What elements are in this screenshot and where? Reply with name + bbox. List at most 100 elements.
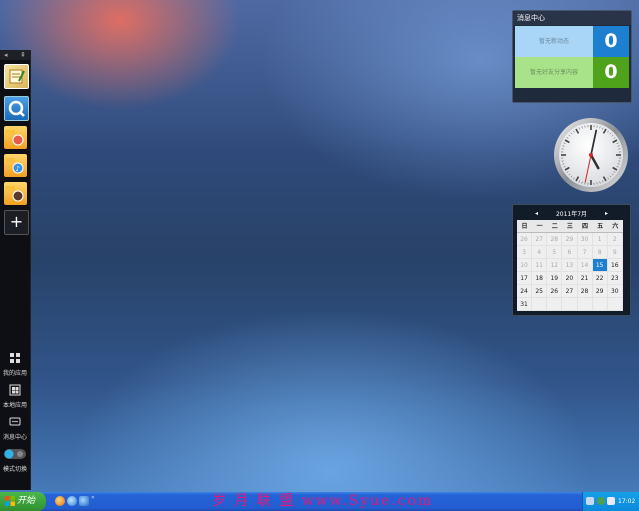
- prev-month-arrow-icon[interactable]: ◂: [535, 210, 538, 217]
- message-icon: [9, 417, 21, 426]
- start-button[interactable]: 开始: [0, 492, 46, 511]
- calendar-day[interactable]: 19: [547, 272, 563, 285]
- notes-app-tile[interactable]: [4, 64, 29, 89]
- news-feed-row[interactable]: 暂无新动态 0: [515, 26, 629, 57]
- calendar-day[interactable]: 21: [577, 272, 593, 285]
- calendar-day[interactable]: 26: [517, 233, 533, 246]
- calendar-day[interactable]: 28: [547, 233, 563, 246]
- folder-video-icon: [6, 186, 24, 202]
- start-label: 开始: [17, 496, 36, 506]
- message-center-label: 消息中心: [2, 434, 27, 441]
- pin-icon[interactable]: ⇞: [20, 51, 26, 59]
- calendar-day[interactable]: 3: [517, 246, 533, 259]
- weekday-label: 六: [607, 220, 623, 233]
- calendar-day[interactable]: 29: [562, 233, 578, 246]
- analog-clock-widget[interactable]: [553, 117, 629, 193]
- calendar-day[interactable]: 10: [517, 259, 533, 272]
- calendar-day[interactable]: 23: [607, 272, 623, 285]
- calendar-day[interactable]: 13: [562, 259, 578, 272]
- weekday-label: 四: [577, 220, 593, 233]
- message-center-button[interactable]: 消息中心: [0, 416, 30, 441]
- security-tray-icon[interactable]: [597, 497, 605, 505]
- ie-quicklaunch-icon[interactable]: [67, 496, 77, 506]
- add-app-button[interactable]: +: [4, 210, 29, 235]
- qq-tray-icon[interactable]: [607, 497, 615, 505]
- clock-center-pin: [589, 153, 593, 157]
- network-tray-icon[interactable]: [586, 497, 594, 505]
- news-feed-label: 暂无新动态: [515, 26, 593, 57]
- news-feed-count: 0: [593, 26, 629, 57]
- calendar-day[interactable]: 24: [517, 285, 533, 298]
- weekday-label: 二: [547, 220, 563, 233]
- browser-quicklaunch-icon[interactable]: [55, 496, 65, 506]
- folder-music-icon: ♪: [6, 158, 24, 174]
- calendar-week-row: 17 18 19 20 21 22 23: [517, 272, 623, 285]
- search-app-tile[interactable]: [4, 96, 29, 121]
- taskbar: 开始 » 岁 月 联 盟 www.Syue.com 17:02: [0, 492, 639, 511]
- calendar-day[interactable]: 30: [577, 233, 593, 246]
- local-apps-label: 本地应用: [2, 402, 27, 409]
- weekday-label: 日: [517, 220, 533, 233]
- calendar-empty-cell: [547, 298, 563, 311]
- grid-icon: [10, 353, 20, 363]
- calendar-day[interactable]: 1: [592, 233, 608, 246]
- calendar-day[interactable]: 26: [547, 285, 563, 298]
- folder-video-tile[interactable]: [4, 182, 27, 205]
- calendar-day[interactable]: 29: [592, 285, 608, 298]
- calendar-empty-cell: [532, 298, 548, 311]
- calendar-day[interactable]: 12: [547, 259, 563, 272]
- calendar-day[interactable]: 17: [517, 272, 533, 285]
- calendar-day[interactable]: 14: [577, 259, 593, 272]
- calendar-header: ◂ 2011年7月 ▸: [513, 205, 630, 221]
- collapse-arrow-icon[interactable]: ◂: [4, 51, 8, 59]
- calendar-day[interactable]: 6: [562, 246, 578, 259]
- mode-switch-label: 模式切换: [2, 466, 27, 473]
- calendar-day[interactable]: 27: [532, 233, 548, 246]
- my-apps-button[interactable]: 我的应用: [0, 352, 30, 377]
- calendar-day[interactable]: 18: [532, 272, 548, 285]
- message-center-widget: 消息中心 暂无新动态 0 暂无好友分享内容 0: [512, 10, 632, 103]
- calendar-day[interactable]: 8: [592, 246, 608, 259]
- calendar-empty-cell: [592, 298, 608, 311]
- calendar-day[interactable]: 20: [562, 272, 578, 285]
- calendar-day[interactable]: 4: [532, 246, 548, 259]
- calendar-day[interactable]: 5: [547, 246, 563, 259]
- local-apps-button[interactable]: 本地应用: [0, 384, 30, 409]
- calendar-day[interactable]: 25: [532, 285, 548, 298]
- calendar-day[interactable]: 31: [517, 298, 533, 311]
- quicklaunch-more-icon[interactable]: »: [91, 494, 95, 501]
- friend-share-count: 0: [593, 57, 629, 88]
- watermark-text: 岁 月 联 盟 www.Syue.com: [212, 493, 434, 509]
- friend-share-label: 暂无好友分享内容: [515, 57, 593, 88]
- calendar-week-row: 3456789: [517, 246, 623, 259]
- calendar-day[interactable]: 22: [592, 272, 608, 285]
- calendar-day[interactable]: 11: [532, 259, 548, 272]
- calendar-day[interactable]: 15: [592, 259, 608, 272]
- calendar-day[interactable]: 9: [607, 246, 623, 259]
- tray-clock[interactable]: 17:02: [618, 492, 635, 511]
- calendar-day[interactable]: 2: [607, 233, 623, 246]
- folder-music-tile[interactable]: ♪: [4, 154, 27, 177]
- calendar-day[interactable]: 27: [562, 285, 578, 298]
- notes-icon: [9, 69, 25, 84]
- calendar-day[interactable]: 30: [607, 285, 623, 298]
- calendar-grid: 日 一 二 三 四 五 六 26 27 28 29 30 1 2 3 4 5 6 7 8 9 10 11 12 1…: [517, 220, 623, 311]
- desktop-quicklaunch-icon[interactable]: [79, 496, 89, 506]
- calendar-week-row: 26 27 28 29 30 1 2: [517, 233, 623, 246]
- weekday-label: 五: [592, 220, 608, 233]
- windows-flag-icon: [5, 496, 15, 506]
- weekday-row: 日 一 二 三 四 五 六: [517, 220, 623, 233]
- calendar-day[interactable]: 16: [607, 259, 623, 272]
- widget-title: 消息中心: [513, 11, 631, 25]
- calendar-empty-cell: [562, 298, 578, 311]
- calendar-day[interactable]: 28: [577, 285, 593, 298]
- mode-switch-button[interactable]: 模式切换: [0, 448, 30, 473]
- calendar-day[interactable]: 7: [577, 246, 593, 259]
- folder-photo-icon: [6, 130, 24, 146]
- toggle-icon: [4, 449, 26, 459]
- friend-share-row[interactable]: 暂无好友分享内容 0: [515, 57, 629, 88]
- calendar-weeks: 26 27 28 29 30 1 2 3 4 5 6 7 8 9 10 11 12 13 14 15 16 17 18 19 2…: [517, 233, 623, 311]
- next-month-arrow-icon[interactable]: ▸: [605, 210, 608, 217]
- system-tray: 17:02: [582, 492, 639, 511]
- folder-app-tile[interactable]: [4, 126, 27, 149]
